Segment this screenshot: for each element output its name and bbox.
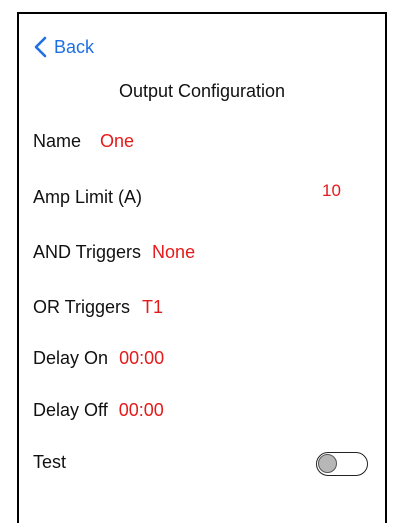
name-label: Name	[33, 131, 82, 151]
name-value[interactable]: One	[100, 131, 134, 151]
back-button[interactable]: Back	[32, 34, 94, 60]
toggle-knob	[318, 454, 337, 473]
output-configuration-screen: Back Output Configuration Name One Amp L…	[17, 12, 387, 523]
amp-limit-value[interactable]: 10	[322, 181, 341, 201]
back-label: Back	[54, 36, 95, 57]
delay-on-row: Delay On 00:00	[33, 348, 164, 369]
name-row: Name One	[33, 131, 134, 152]
page-title: Output Configuration	[118, 81, 286, 101]
delay-on-value[interactable]: 00:00	[119, 348, 164, 368]
or-triggers-value[interactable]: T1	[142, 297, 163, 317]
and-triggers-row: AND Triggers None	[33, 242, 195, 263]
chevron-left-icon	[34, 36, 47, 58]
test-label: Test	[33, 452, 67, 472]
amp-limit-row: Amp Limit (A)	[33, 187, 142, 208]
delay-off-row: Delay Off 00:00	[33, 400, 164, 421]
delay-on-label: Delay On	[33, 348, 109, 368]
test-row: Test	[33, 452, 66, 473]
delay-off-label: Delay Off	[33, 400, 108, 420]
amp-limit-label: Amp Limit (A)	[33, 187, 143, 207]
or-triggers-label: OR Triggers	[33, 297, 131, 317]
or-triggers-row: OR Triggers T1	[33, 297, 163, 318]
and-triggers-value[interactable]: None	[152, 242, 195, 262]
delay-off-value[interactable]: 00:00	[119, 400, 164, 420]
and-triggers-label: AND Triggers	[33, 242, 142, 262]
test-toggle[interactable]	[316, 452, 368, 476]
